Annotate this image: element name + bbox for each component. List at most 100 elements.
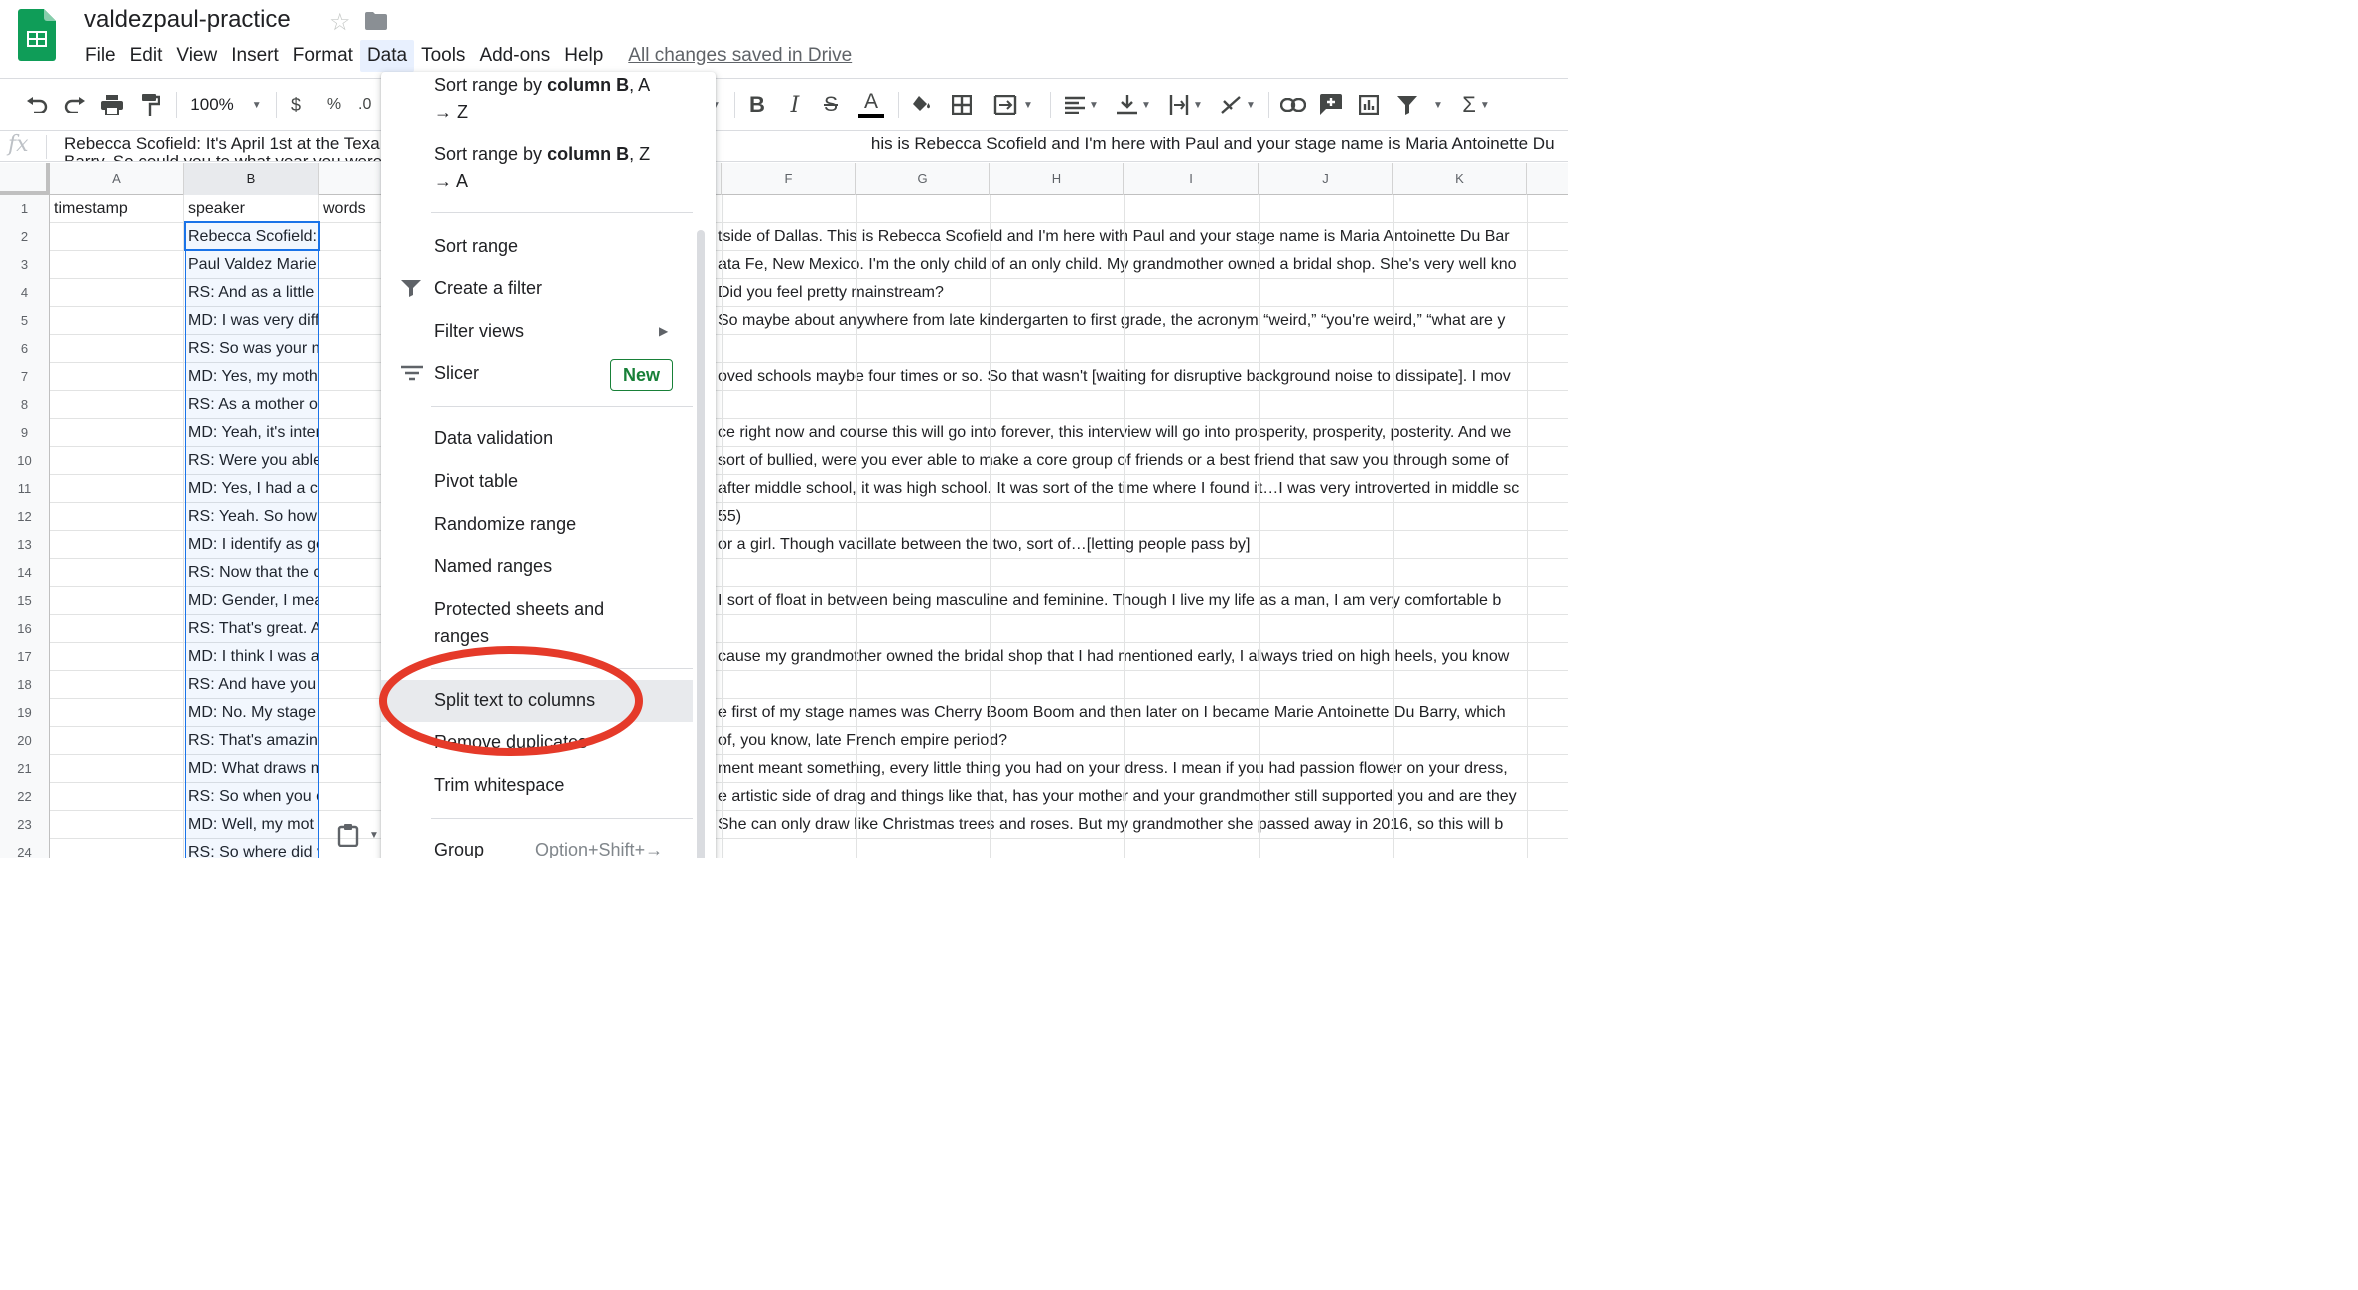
row-header[interactable]: 14 — [0, 559, 50, 587]
menu-insert[interactable]: Insert — [224, 40, 286, 72]
row-header[interactable]: 18 — [0, 671, 50, 699]
undo-icon[interactable] — [22, 80, 52, 130]
column-header-h[interactable]: H — [990, 163, 1124, 195]
star-icon[interactable]: ☆ — [329, 8, 351, 37]
strikethrough-icon[interactable]: S — [818, 80, 844, 130]
cell-b[interactable]: RS: That's amazing. Wha — [184, 727, 319, 755]
cell-a[interactable] — [50, 223, 184, 251]
row-header[interactable]: 6 — [0, 335, 50, 363]
row-header[interactable]: 19 — [0, 699, 50, 727]
column-header-g[interactable]: G — [856, 163, 990, 195]
cell-a[interactable] — [50, 335, 184, 363]
save-status-link[interactable]: All changes saved in Drive — [628, 45, 852, 67]
row-header[interactable]: 22 — [0, 783, 50, 811]
row-header[interactable]: 13 — [0, 531, 50, 559]
row-header[interactable]: 23 — [0, 811, 50, 839]
cell-b[interactable]: MD: Yeah, it's intense. Ar — [184, 419, 319, 447]
menu-addons[interactable]: Add-ons — [472, 40, 557, 72]
cell-b[interactable]: RS: And have you always — [184, 671, 319, 699]
cell-a[interactable] — [50, 755, 184, 783]
cell-a[interactable] — [50, 839, 184, 858]
menu-scrollbar[interactable] — [697, 230, 705, 858]
cell-b[interactable]: RS: Yeah. So how do you — [184, 503, 319, 531]
paint-format-icon[interactable] — [136, 80, 164, 130]
cell-b[interactable]: RS: And as a little kid, dic — [184, 279, 319, 307]
fill-color-icon[interactable] — [908, 80, 936, 130]
cell-a[interactable] — [50, 811, 184, 839]
column-header-f[interactable]: F — [722, 163, 856, 195]
cell-a[interactable]: timestamp — [50, 195, 184, 223]
text-rotation-icon[interactable]: ▼ — [1216, 80, 1260, 130]
cell-a[interactable] — [50, 643, 184, 671]
cell-b[interactable]: RS: As a mother of a son — [184, 391, 319, 419]
cell-a[interactable] — [50, 531, 184, 559]
filter-icon[interactable]: ▼ — [1392, 80, 1448, 130]
column-header-b[interactable]: B — [184, 163, 319, 195]
cell-a[interactable] — [50, 279, 184, 307]
cell-a[interactable] — [50, 671, 184, 699]
cell-a[interactable] — [50, 419, 184, 447]
insert-link-icon[interactable] — [1278, 80, 1308, 130]
paste-options-icon[interactable]: ▼ — [337, 818, 385, 852]
cell-b[interactable]: Rebecca Scofield: It's Ap — [184, 223, 319, 251]
row-header[interactable]: 7 — [0, 363, 50, 391]
cell-a[interactable] — [50, 391, 184, 419]
horizontal-align-icon[interactable]: ▼ — [1060, 80, 1104, 130]
cell-a[interactable] — [50, 615, 184, 643]
vertical-align-icon[interactable]: ▼ — [1112, 80, 1156, 130]
cell-b[interactable]: MD: What draws me is th — [184, 755, 319, 783]
row-header[interactable]: 20 — [0, 727, 50, 755]
menu-edit[interactable]: Edit — [123, 40, 170, 72]
cell-b[interactable]: RS: Now that the chatty C — [184, 559, 319, 587]
insert-chart-icon[interactable] — [1354, 80, 1384, 130]
column-header-a[interactable]: A — [50, 163, 184, 195]
formula-input[interactable]: Rebecca Scofield: It's April 1st at the … — [64, 135, 1568, 162]
cell-b[interactable]: MD: Well, my mot — [184, 811, 319, 839]
cell-a[interactable] — [50, 727, 184, 755]
cell-b[interactable]: MD: Gender, I mean I ide — [184, 587, 319, 615]
borders-icon[interactable] — [948, 80, 976, 130]
decrease-decimal-button[interactable]: .0 — [358, 80, 380, 130]
folder-icon[interactable] — [365, 12, 387, 30]
cell-b[interactable]: RS: So where did you st — [184, 839, 319, 858]
sheets-logo-icon[interactable] — [18, 9, 56, 61]
cell-b[interactable]: MD: Yes, I had a couple, — [184, 475, 319, 503]
cell-b[interactable]: speaker — [184, 195, 319, 223]
cell-b[interactable]: MD: Yes, my mother was — [184, 363, 319, 391]
row-header[interactable]: 12 — [0, 503, 50, 531]
italic-icon[interactable]: I — [782, 80, 808, 130]
row-header[interactable]: 17 — [0, 643, 50, 671]
text-color-icon[interactable]: A — [856, 80, 886, 130]
cell-a[interactable] — [50, 503, 184, 531]
cell-b[interactable]: RS: Were you able to, ev — [184, 447, 319, 475]
cell-b[interactable]: MD: No. My stage name — [184, 699, 319, 727]
text-wrapping-icon[interactable]: ▼ — [1164, 80, 1208, 130]
document-title[interactable]: valdezpaul-practice — [84, 6, 291, 34]
row-header[interactable]: 3 — [0, 251, 50, 279]
zoom-select[interactable]: 100% ▼ — [186, 80, 266, 130]
menu-help[interactable]: Help — [557, 40, 610, 72]
row-header[interactable]: 8 — [0, 391, 50, 419]
cell-a[interactable] — [50, 251, 184, 279]
format-percent-button[interactable]: % — [322, 80, 346, 130]
cell-a[interactable] — [50, 307, 184, 335]
column-header-k[interactable]: K — [1393, 163, 1527, 195]
cell-a[interactable] — [50, 783, 184, 811]
row-header[interactable]: 5 — [0, 307, 50, 335]
cell-b[interactable]: Paul Valdez Marie Du Ba — [184, 251, 319, 279]
cell-b[interactable]: MD: I think I was always c — [184, 643, 319, 671]
format-currency-button[interactable]: $ — [284, 80, 308, 130]
bold-icon[interactable]: B — [744, 80, 770, 130]
merge-cells-icon[interactable]: ▼ — [988, 80, 1038, 130]
menu-tools[interactable]: Tools — [414, 40, 472, 72]
row-header[interactable]: 24 — [0, 839, 50, 858]
row-header[interactable]: 11 — [0, 475, 50, 503]
cell-a[interactable] — [50, 475, 184, 503]
insert-comment-icon[interactable] — [1316, 80, 1346, 130]
functions-icon[interactable]: Σ ▼ — [1456, 80, 1496, 130]
row-header[interactable]: 2 — [0, 223, 50, 251]
cell-a[interactable] — [50, 447, 184, 475]
cell-a[interactable] — [50, 363, 184, 391]
row-header[interactable]: 4 — [0, 279, 50, 307]
cell-a[interactable] — [50, 559, 184, 587]
